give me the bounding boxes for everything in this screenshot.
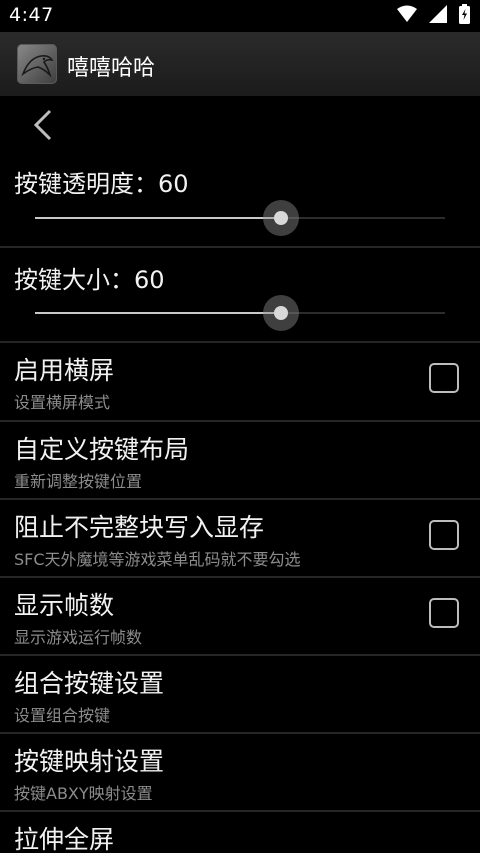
slider-track-size[interactable]: [35, 295, 445, 331]
status-bar: 4:47: [0, 0, 480, 32]
pref-title: 启用横屏: [14, 356, 115, 385]
block-vram-checkbox[interactable]: [429, 520, 459, 550]
pref-summary: 按键ABXY映射设置: [14, 784, 153, 803]
action-bar: 嘻嘻哈哈: [0, 32, 480, 96]
pref-summary: 设置横屏模式: [14, 393, 111, 412]
pref-title: 拉伸全屏: [14, 825, 115, 853]
slider-thumb-opacity[interactable]: [274, 211, 288, 225]
pref-title: 自定义按键布局: [14, 435, 190, 464]
slider-setting-size: 按键大小：60: [0, 248, 480, 342]
landscape-checkbox[interactable]: [429, 363, 459, 393]
pref-title: 阻止不完整块写入显存: [14, 513, 265, 542]
pref-key-mapping[interactable]: 按键映射设置 按键ABXY映射设置: [0, 734, 480, 812]
battery-icon: [459, 4, 470, 28]
pref-summary: 显示游戏运行帧数: [14, 628, 143, 647]
signal-icon: [429, 5, 447, 27]
pref-summary: 重新调整按键位置: [14, 472, 143, 491]
slider-setting-opacity: 按键透明度：60: [0, 96, 480, 248]
pref-title: 组合按键设置: [14, 669, 165, 698]
settings-content: 按键透明度：60 按键大小：60 启用横屏 设置横屏模式 自定义按键布局 重新调…: [0, 96, 480, 853]
slider-label-opacity: 按键透明度：60: [14, 170, 189, 198]
pref-combo-keys[interactable]: 组合按键设置 设置组合按键: [0, 656, 480, 734]
pref-summary: SFC天外魔境等游戏菜单乱码就不要勾选: [14, 550, 301, 569]
pref-landscape[interactable]: 启用横屏 设置横屏模式: [0, 343, 480, 421]
pref-custom-layout[interactable]: 自定义按键布局 重新调整按键位置: [0, 422, 480, 500]
wifi-icon: [397, 5, 417, 27]
slider-fill-size: [35, 312, 281, 314]
pref-summary: 设置组合按键: [14, 706, 111, 725]
app-title: 嘻嘻哈哈: [67, 56, 156, 81]
slider-label-size: 按键大小：60: [14, 266, 165, 294]
slider-thumb-size[interactable]: [274, 306, 288, 320]
slider-track-opacity[interactable]: [35, 200, 445, 236]
pref-title: 显示帧数: [14, 591, 115, 620]
status-time: 4:47: [9, 4, 54, 26]
slider-fill-opacity: [35, 217, 281, 219]
app-logo-icon: [17, 44, 57, 84]
pref-stretch-fullscreen[interactable]: 拉伸全屏: [0, 812, 480, 853]
show-fps-checkbox[interactable]: [429, 598, 459, 628]
pref-title: 按键映射设置: [14, 747, 165, 776]
pref-block-vram-write[interactable]: 阻止不完整块写入显存 SFC天外魔境等游戏菜单乱码就不要勾选: [0, 500, 480, 578]
status-icons: [397, 4, 470, 28]
pref-show-fps[interactable]: 显示帧数 显示游戏运行帧数: [0, 578, 480, 656]
